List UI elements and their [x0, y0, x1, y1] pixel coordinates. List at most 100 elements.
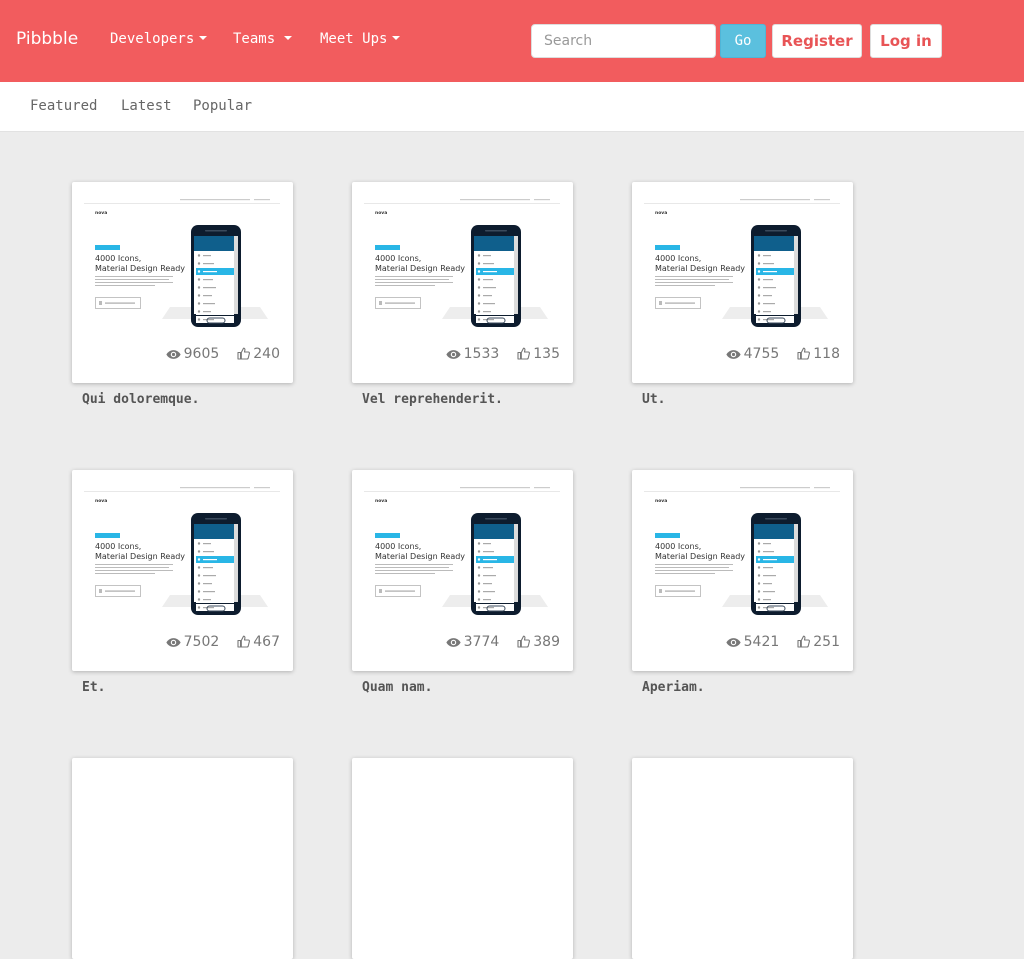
shot-stats: 9605 240	[72, 346, 280, 362]
shot-card[interactable]	[632, 758, 853, 959]
like-count[interactable]: 118	[797, 346, 840, 362]
eye-icon	[166, 638, 181, 647]
shot-card[interactable]: nova 4000 Icons, Material Design Ready 7502…	[72, 470, 293, 671]
shot-card[interactable]: nova 4000 Icons, Material Design Ready 9605…	[72, 182, 293, 383]
like-count[interactable]: 467	[237, 634, 280, 650]
view-count-value: 5421	[743, 634, 780, 650]
eye-icon	[726, 350, 741, 359]
like-count[interactable]: 240	[237, 346, 280, 362]
shot-title[interactable]: Quam nam.	[362, 680, 432, 695]
thumb-headline-line-2: Material Design Ready	[375, 552, 465, 561]
shot-title[interactable]: Ut.	[642, 392, 665, 407]
shot-card[interactable]: nova 4000 Icons, Material Design Ready 3774…	[352, 470, 573, 671]
shot-title[interactable]: Et.	[82, 680, 105, 695]
search-input[interactable]	[531, 24, 716, 58]
nav-teams-label: Teams	[233, 31, 276, 47]
thumbs-up-icon	[237, 635, 251, 648]
thumb-headline-line-1: 4000 Icons,	[655, 542, 701, 551]
thumb-headline-line-2: Material Design Ready	[95, 552, 185, 561]
view-count-value: 1533	[463, 346, 500, 362]
thumb-brand-label: nova	[95, 211, 107, 216]
view-count: 9605	[166, 346, 220, 362]
view-count-value: 7502	[183, 634, 220, 650]
tab-popular[interactable]: Popular	[193, 98, 252, 114]
shot-card[interactable]: nova 4000 Icons, Material Design Ready 5421…	[632, 470, 853, 671]
thumbs-up-icon	[797, 347, 811, 360]
thumb-brand-label: nova	[95, 499, 107, 504]
thumb-brand-label: nova	[655, 211, 667, 216]
view-count: 1533	[446, 346, 500, 362]
thumb-headline-line-2: Material Design Ready	[655, 264, 745, 273]
tab-latest[interactable]: Latest	[121, 98, 172, 114]
view-count-value: 3774	[463, 634, 500, 650]
shot-thumbnail: nova 4000 Icons,Material Design Ready	[84, 482, 280, 630]
thumb-headline-line-2: Material Design Ready	[95, 264, 185, 273]
chevron-down-icon	[284, 36, 293, 40]
shot-card[interactable]: nova 4000 Icons, Material Design Ready 4755…	[632, 182, 853, 383]
thumbs-up-icon	[517, 635, 531, 648]
eye-icon	[446, 350, 461, 359]
thumb-brand-label: nova	[655, 499, 667, 504]
shot-title[interactable]: Qui doloremque.	[82, 392, 199, 407]
like-count-value: 389	[533, 634, 560, 650]
thumb-headline-line-1: 4000 Icons,	[95, 542, 141, 551]
shot-stats: 7502 467	[72, 634, 280, 650]
shot-card[interactable]	[352, 758, 573, 959]
shot-title[interactable]: Vel reprehenderit.	[362, 392, 503, 407]
thumb-headline-line-2: Material Design Ready	[655, 552, 745, 561]
shot-thumbnail: nova 4000 Icons,Material Design Ready	[364, 194, 560, 342]
shot-stats: 3774 389	[352, 634, 560, 650]
like-count[interactable]: 389	[517, 634, 560, 650]
chevron-down-icon	[392, 36, 401, 40]
like-count[interactable]: 251	[797, 634, 840, 650]
shot-stats: 1533 135	[352, 346, 560, 362]
eye-icon	[166, 350, 181, 359]
shot-thumbnail: nova 4000 Icons,Material Design Ready	[644, 482, 840, 630]
eye-icon	[726, 638, 741, 647]
nav-meetups-dropdown[interactable]: Meet Ups	[320, 31, 401, 47]
thumb-brand-label: nova	[375, 211, 387, 216]
view-count: 5421	[726, 634, 780, 650]
sub-navbar: Featured Latest Popular	[0, 82, 1024, 132]
register-button[interactable]: Register	[772, 24, 862, 58]
search-go-button[interactable]: Go	[720, 24, 766, 58]
like-count[interactable]: 135	[517, 346, 560, 362]
thumb-headline-line-2: Material Design Ready	[375, 264, 465, 273]
thumb-brand-label: nova	[375, 499, 387, 504]
view-count: 7502	[166, 634, 220, 650]
thumbs-up-icon	[517, 347, 531, 360]
thumbs-up-icon	[797, 635, 811, 648]
shot-stats: 4755 118	[632, 346, 840, 362]
top-navbar: Pibbble Developers Teams Meet Ups Go Reg…	[0, 0, 1024, 82]
shot-stats: 5421 251	[632, 634, 840, 650]
brand-logo[interactable]: Pibbble	[16, 29, 78, 49]
view-count: 4755	[726, 346, 780, 362]
eye-icon	[446, 638, 461, 647]
like-count-value: 251	[813, 634, 840, 650]
like-count-value: 135	[533, 346, 560, 362]
thumb-headline-line-1: 4000 Icons,	[375, 542, 421, 551]
login-button[interactable]: Log in	[870, 24, 942, 58]
nav-developers-dropdown[interactable]: Developers	[110, 31, 208, 47]
thumbs-up-icon	[237, 347, 251, 360]
chevron-down-icon	[199, 36, 208, 40]
nav-teams-dropdown[interactable]: Teams	[233, 31, 293, 47]
thumb-headline-line-1: 4000 Icons,	[655, 254, 701, 263]
thumb-headline-line-1: 4000 Icons,	[95, 254, 141, 263]
shot-card[interactable]	[72, 758, 293, 959]
shot-thumbnail: nova 4000 Icons,Material Design Ready	[644, 194, 840, 342]
view-count-value: 9605	[183, 346, 220, 362]
tab-featured[interactable]: Featured	[30, 98, 97, 114]
view-count-value: 4755	[743, 346, 780, 362]
nav-developers-label: Developers	[110, 31, 195, 47]
shot-thumbnail: nova 4000 Icons,Material Design Ready	[364, 482, 560, 630]
shot-thumbnail: nova 4000 Icons,Material Design Ready	[84, 194, 280, 342]
shot-card[interactable]: nova 4000 Icons, Material Design Ready 1533…	[352, 182, 573, 383]
like-count-value: 118	[813, 346, 840, 362]
like-count-value: 240	[253, 346, 280, 362]
thumb-headline-line-1: 4000 Icons,	[375, 254, 421, 263]
nav-meetups-label: Meet Ups	[320, 31, 388, 47]
view-count: 3774	[446, 634, 500, 650]
shot-title[interactable]: Aperiam.	[642, 680, 705, 695]
like-count-value: 467	[253, 634, 280, 650]
